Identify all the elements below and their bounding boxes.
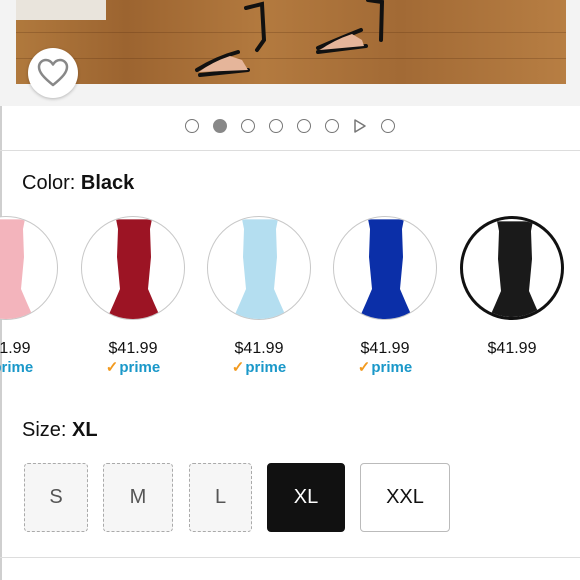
sandals-illustration xyxy=(195,0,385,77)
prime-badge: ✓prime xyxy=(81,358,185,376)
carousel-dot[interactable] xyxy=(269,119,283,133)
selected-size-value: XL xyxy=(72,419,98,441)
carousel-dot[interactable] xyxy=(297,119,311,133)
video-play-icon[interactable] xyxy=(353,119,367,133)
favorite-button[interactable] xyxy=(28,48,78,98)
prime-check-icon: ✓ xyxy=(105,359,119,376)
swatch-image xyxy=(460,216,564,320)
swatch-image xyxy=(81,216,185,320)
prime-label: prime xyxy=(119,359,161,376)
swatch-price: $41.99 xyxy=(0,340,31,357)
prime-badge: ✓prime xyxy=(333,358,437,376)
swatch-price: $41.99 xyxy=(108,340,158,357)
dress-thumbnail-icon xyxy=(232,218,288,319)
section-divider xyxy=(0,557,580,558)
size-option-xl[interactable]: XL xyxy=(267,463,345,532)
color-swatch-light-blue[interactable]: $41.99 ✓prime xyxy=(207,216,313,376)
prime-check-icon: ✓ xyxy=(231,359,245,376)
carousel-dot[interactable] xyxy=(185,119,199,133)
color-label-text: Color: xyxy=(22,172,81,194)
heart-outline-icon xyxy=(37,58,69,87)
size-option-m[interactable]: M xyxy=(103,463,173,532)
color-swatch-burgundy[interactable]: $41.99 ✓prime xyxy=(81,216,187,376)
color-swatch-black[interactable]: $41.99 xyxy=(460,216,566,376)
image-carousel-dots xyxy=(0,117,580,135)
prime-badge: ✓prime xyxy=(207,358,311,376)
product-photo[interactable] xyxy=(16,0,566,84)
dress-thumbnail-icon xyxy=(358,218,414,319)
carousel-dot[interactable] xyxy=(241,119,255,133)
swatch-image xyxy=(0,216,58,320)
dress-thumbnail-icon xyxy=(106,218,162,319)
color-swatch-pink[interactable]: $41.99✓prime xyxy=(0,216,60,376)
dress-thumbnail-icon xyxy=(0,218,35,319)
dress-thumbnail-icon xyxy=(489,220,541,317)
prime-badge: ✓prime xyxy=(0,358,58,376)
prime-check-icon: ✓ xyxy=(357,359,371,376)
size-label-text: Size: xyxy=(22,419,73,441)
swatch-price: $41.99 xyxy=(487,340,537,357)
size-label: Size: XL xyxy=(22,419,98,442)
color-label: Color: Black xyxy=(22,172,134,195)
prime-label: prime xyxy=(0,359,34,376)
prime-label: prime xyxy=(371,359,413,376)
section-divider xyxy=(0,150,580,151)
carousel-dot[interactable] xyxy=(381,119,395,133)
prime-label: prime xyxy=(245,359,287,376)
swatch-price: $41.99 xyxy=(234,340,284,357)
carousel-dot[interactable] xyxy=(213,119,227,133)
size-option-xxl[interactable]: XXL xyxy=(360,463,450,532)
selected-color-value: Black xyxy=(80,172,135,194)
product-image-panel xyxy=(0,0,580,106)
swatch-price: $41.99 xyxy=(360,340,410,357)
size-option-s[interactable]: S xyxy=(24,463,88,532)
color-swatch-list: $41.99✓prime$41.99✓prime$41.99✓prime$41.… xyxy=(0,216,580,376)
color-swatch-royal-blue[interactable]: $41.99 ✓prime xyxy=(333,216,439,376)
swatch-image xyxy=(207,216,311,320)
size-option-l[interactable]: L xyxy=(189,463,252,532)
swatch-image xyxy=(333,216,437,320)
carousel-dot[interactable] xyxy=(325,119,339,133)
